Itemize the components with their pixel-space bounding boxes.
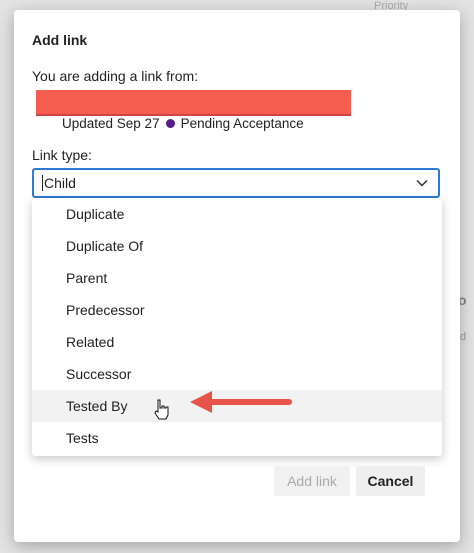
option-parent[interactable]: Parent <box>32 262 442 294</box>
option-predecessor[interactable]: Predecessor <box>32 294 442 326</box>
option-tests[interactable]: Tests <box>32 422 442 454</box>
status-dot-icon <box>165 119 175 128</box>
dialog-title: Add link <box>32 32 88 48</box>
updated-date: Updated Sep 27 <box>62 116 160 131</box>
option-successor[interactable]: Successor <box>32 358 442 390</box>
text-caret <box>42 175 43 191</box>
annotation-arrow-icon <box>190 391 292 413</box>
work-item-meta: Updated Sep 27 Pending Acceptance <box>62 116 304 131</box>
link-type-select[interactable]: Child <box>32 168 440 198</box>
option-related[interactable]: Related <box>32 326 442 358</box>
add-link-button[interactable]: Add link <box>274 466 350 496</box>
chevron-down-icon[interactable] <box>416 177 428 189</box>
link-type-dropdown: Duplicate Duplicate Of Parent Predecesso… <box>32 198 442 456</box>
background-text-fragment-2: d <box>460 331 467 343</box>
hand-pointer-cursor-icon <box>154 399 169 420</box>
redacted-work-item-title <box>36 90 351 116</box>
add-link-dialog: Add link You are adding a link from: Upd… <box>14 10 460 542</box>
option-duplicate[interactable]: Duplicate <box>32 198 442 230</box>
status-text: Pending Acceptance <box>180 116 304 131</box>
link-type-value: Child <box>44 175 76 191</box>
from-label: You are adding a link from: <box>32 68 199 84</box>
link-type-label: Link type: <box>32 147 92 163</box>
cancel-button[interactable]: Cancel <box>356 466 425 496</box>
option-duplicate-of[interactable]: Duplicate Of <box>32 230 442 262</box>
